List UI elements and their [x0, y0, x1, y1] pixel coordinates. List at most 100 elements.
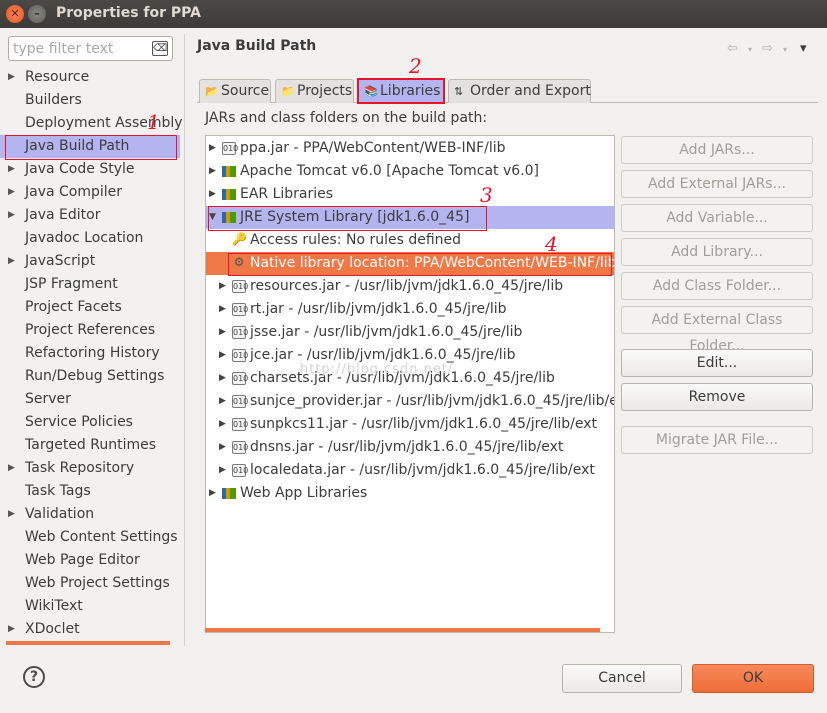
- tab-libraries-label: Libraries: [380, 83, 441, 99]
- add-variable-button[interactable]: Add Variable...: [621, 204, 813, 232]
- expand-arrow-icon[interactable]: ▶: [219, 459, 226, 482]
- clear-filter-icon[interactable]: ⌫: [152, 41, 168, 56]
- tree-row[interactable]: ▶ Apache Tomcat v6.0 [Apache Tomcat v6.0]: [206, 160, 614, 183]
- nav-item-java-build-path[interactable]: Java Build Path: [0, 135, 180, 160]
- nav-item-java-editor[interactable]: ▶ Java Editor: [0, 204, 180, 227]
- tree-row[interactable]: ▼ JRE System Library [jdk1.6.0_45]: [206, 206, 614, 231]
- pane-divider[interactable]: [184, 34, 185, 646]
- native-library-icon: ⚙: [233, 255, 245, 269]
- nav-item-task-repository[interactable]: ▶ Task Repository: [0, 457, 180, 480]
- expand-arrow-icon[interactable]: ▶: [219, 367, 226, 390]
- expand-arrow-icon[interactable]: ▶: [8, 158, 15, 181]
- expand-arrow-icon[interactable]: ▶: [8, 457, 15, 480]
- tree-row-label: Native library location: PPA/WebContent/…: [250, 255, 615, 271]
- tab-source[interactable]: 📂 Source: [199, 79, 271, 103]
- nav-item-javadoc-location[interactable]: Javadoc Location: [0, 227, 180, 250]
- jar-file-icon: 010: [232, 418, 249, 431]
- expand-arrow-icon[interactable]: ▶: [219, 390, 226, 413]
- nav-item-java-compiler[interactable]: ▶ Java Compiler: [0, 181, 180, 204]
- close-window-button[interactable]: ✕: [6, 5, 24, 23]
- add-class-folder-button[interactable]: Add Class Folder...: [621, 272, 813, 300]
- expand-arrow-icon[interactable]: ▶: [8, 204, 15, 227]
- forward-arrow-icon[interactable]: ⇨: [762, 41, 773, 56]
- expand-arrow-icon[interactable]: ▶: [219, 321, 226, 344]
- remove-button[interactable]: Remove: [621, 383, 813, 411]
- expand-arrow-icon[interactable]: ▶: [219, 413, 226, 436]
- tree-row[interactable]: ▶ 010 sunpkcs11.jar - /usr/lib/jvm/jdk1.6.…: [206, 413, 614, 436]
- nav-item-xdoclet[interactable]: ▶ XDoclet: [0, 618, 180, 641]
- migrate-jar-file-button[interactable]: Migrate JAR File...: [621, 426, 813, 454]
- tree-row[interactable]: ▶ 010 dnsns.jar - /usr/lib/jvm/jdk1.6.0_45…: [206, 436, 614, 459]
- tree-row[interactable]: ▶ 010 resources.jar - /usr/lib/jvm/jdk1.6.…: [206, 275, 614, 298]
- expand-arrow-icon[interactable]: ▶: [8, 503, 15, 526]
- expand-arrow-icon[interactable]: ▶: [209, 183, 216, 206]
- tree-row-label: EAR Libraries: [240, 186, 334, 202]
- nav-item-label: Validation: [25, 506, 95, 522]
- expand-arrow-icon[interactable]: ▶: [209, 482, 216, 505]
- tab-order-and-export[interactable]: ⇅ Order and Export: [448, 79, 591, 103]
- expand-arrow-icon[interactable]: ▶: [219, 344, 226, 367]
- expand-arrow-icon[interactable]: ▶: [209, 160, 216, 183]
- nav-item-server[interactable]: Server: [0, 388, 180, 411]
- forward-dropdown-icon[interactable]: ▾: [783, 45, 787, 54]
- nav-item-validation[interactable]: ▶ Validation: [0, 503, 180, 526]
- nav-item-project-references[interactable]: Project References: [0, 319, 180, 342]
- expand-arrow-icon[interactable]: ▶: [8, 250, 15, 273]
- nav-item-web-content-settings[interactable]: Web Content Settings: [0, 526, 180, 549]
- expand-arrow-icon[interactable]: ▶: [8, 181, 15, 204]
- nav-item-label: Javadoc Location: [25, 230, 144, 246]
- tree-row[interactable]: ▶ 010 jsse.jar - /usr/lib/jvm/jdk1.6.0_45/…: [206, 321, 614, 344]
- nav-item-label: WikiText: [25, 598, 83, 614]
- nav-item-run-debug-settings[interactable]: Run/Debug Settings: [0, 365, 180, 388]
- ok-button[interactable]: OK: [692, 664, 814, 693]
- expand-arrow-icon[interactable]: ▶: [8, 66, 15, 89]
- nav-item-wikitext[interactable]: WikiText: [0, 595, 180, 618]
- minimize-window-button[interactable]: –: [28, 5, 46, 23]
- cancel-button[interactable]: Cancel: [562, 664, 682, 693]
- tree-row[interactable]: ▶ Web App Libraries: [206, 482, 614, 505]
- nav-item-resource[interactable]: ▶ Resource: [0, 66, 180, 89]
- expand-arrow-icon[interactable]: ▶: [219, 298, 226, 321]
- nav-item-task-tags[interactable]: Task Tags: [0, 480, 180, 503]
- tab-projects[interactable]: 📁 Projects: [275, 79, 354, 103]
- tree-row-label: JRE System Library [jdk1.6.0_45]: [240, 209, 470, 225]
- collapse-arrow-icon[interactable]: ▼: [209, 206, 216, 229]
- add-library-button[interactable]: Add Library...: [621, 238, 813, 266]
- nav-item-label: Java Code Style: [25, 161, 135, 177]
- nav-item-web-project-settings[interactable]: Web Project Settings: [0, 572, 180, 595]
- add-jars-button[interactable]: Add JARs...: [621, 136, 813, 164]
- nav-item-label: Refactoring History: [25, 345, 160, 361]
- tree-row[interactable]: ▶ 010 rt.jar - /usr/lib/jvm/jdk1.6.0_45/jr…: [206, 298, 614, 321]
- filter-input[interactable]: [13, 40, 148, 58]
- nav-item-web-page-editor[interactable]: Web Page Editor: [0, 549, 180, 572]
- nav-item-java-code-style[interactable]: ▶ Java Code Style: [0, 158, 180, 181]
- nav-item-project-facets[interactable]: Project Facets: [0, 296, 180, 319]
- nav-item-label: Task Tags: [25, 483, 91, 499]
- tab-libraries[interactable]: 📚 Libraries: [357, 78, 445, 104]
- nav-item-javascript[interactable]: ▶ JavaScript: [0, 250, 180, 273]
- add-external-jars-button[interactable]: Add External JARs...: [621, 170, 813, 198]
- tree-row[interactable]: ▶ 010 sunjce_provider.jar - /usr/lib/jvm/j…: [206, 390, 614, 413]
- back-dropdown-icon[interactable]: ▾: [748, 45, 752, 54]
- help-button[interactable]: ?: [23, 666, 45, 688]
- build-path-tree[interactable]: ▶ 010 ppa.jar - PPA/WebContent/WEB-INF/lib…: [205, 135, 615, 633]
- expand-arrow-icon[interactable]: ▶: [8, 618, 15, 641]
- tree-row[interactable]: ▶ 010 ppa.jar - PPA/WebContent/WEB-INF/lib: [206, 137, 614, 160]
- nav-item-refactoring-history[interactable]: Refactoring History: [0, 342, 180, 365]
- tree-row-label: resources.jar - /usr/lib/jvm/jdk1.6.0_45…: [250, 278, 564, 294]
- nav-item-service-policies[interactable]: Service Policies: [0, 411, 180, 434]
- edit-button[interactable]: Edit...: [621, 349, 813, 377]
- build-path-heading: JARs and class folders on the build path…: [205, 110, 488, 126]
- tree-row[interactable]: ▶ 010 localedata.jar - /usr/lib/jvm/jdk1.6…: [206, 459, 614, 482]
- nav-item-jsp-fragment[interactable]: JSP Fragment: [0, 273, 180, 296]
- expand-arrow-icon[interactable]: ▶: [219, 436, 226, 459]
- tree-row[interactable]: ▶ EAR Libraries: [206, 183, 614, 206]
- add-external-class-folder-button[interactable]: Add External Class Folder...: [621, 306, 813, 354]
- projects-folder-icon: 📁: [281, 85, 295, 98]
- nav-item-targeted-runtimes[interactable]: Targeted Runtimes: [0, 434, 180, 457]
- view-menu-icon[interactable]: ▾: [800, 41, 807, 56]
- expand-arrow-icon[interactable]: ▶: [209, 137, 216, 160]
- expand-arrow-icon[interactable]: ▶: [219, 275, 226, 298]
- back-arrow-icon[interactable]: ⇦: [727, 41, 738, 56]
- nav-item-builders[interactable]: Builders: [0, 89, 180, 112]
